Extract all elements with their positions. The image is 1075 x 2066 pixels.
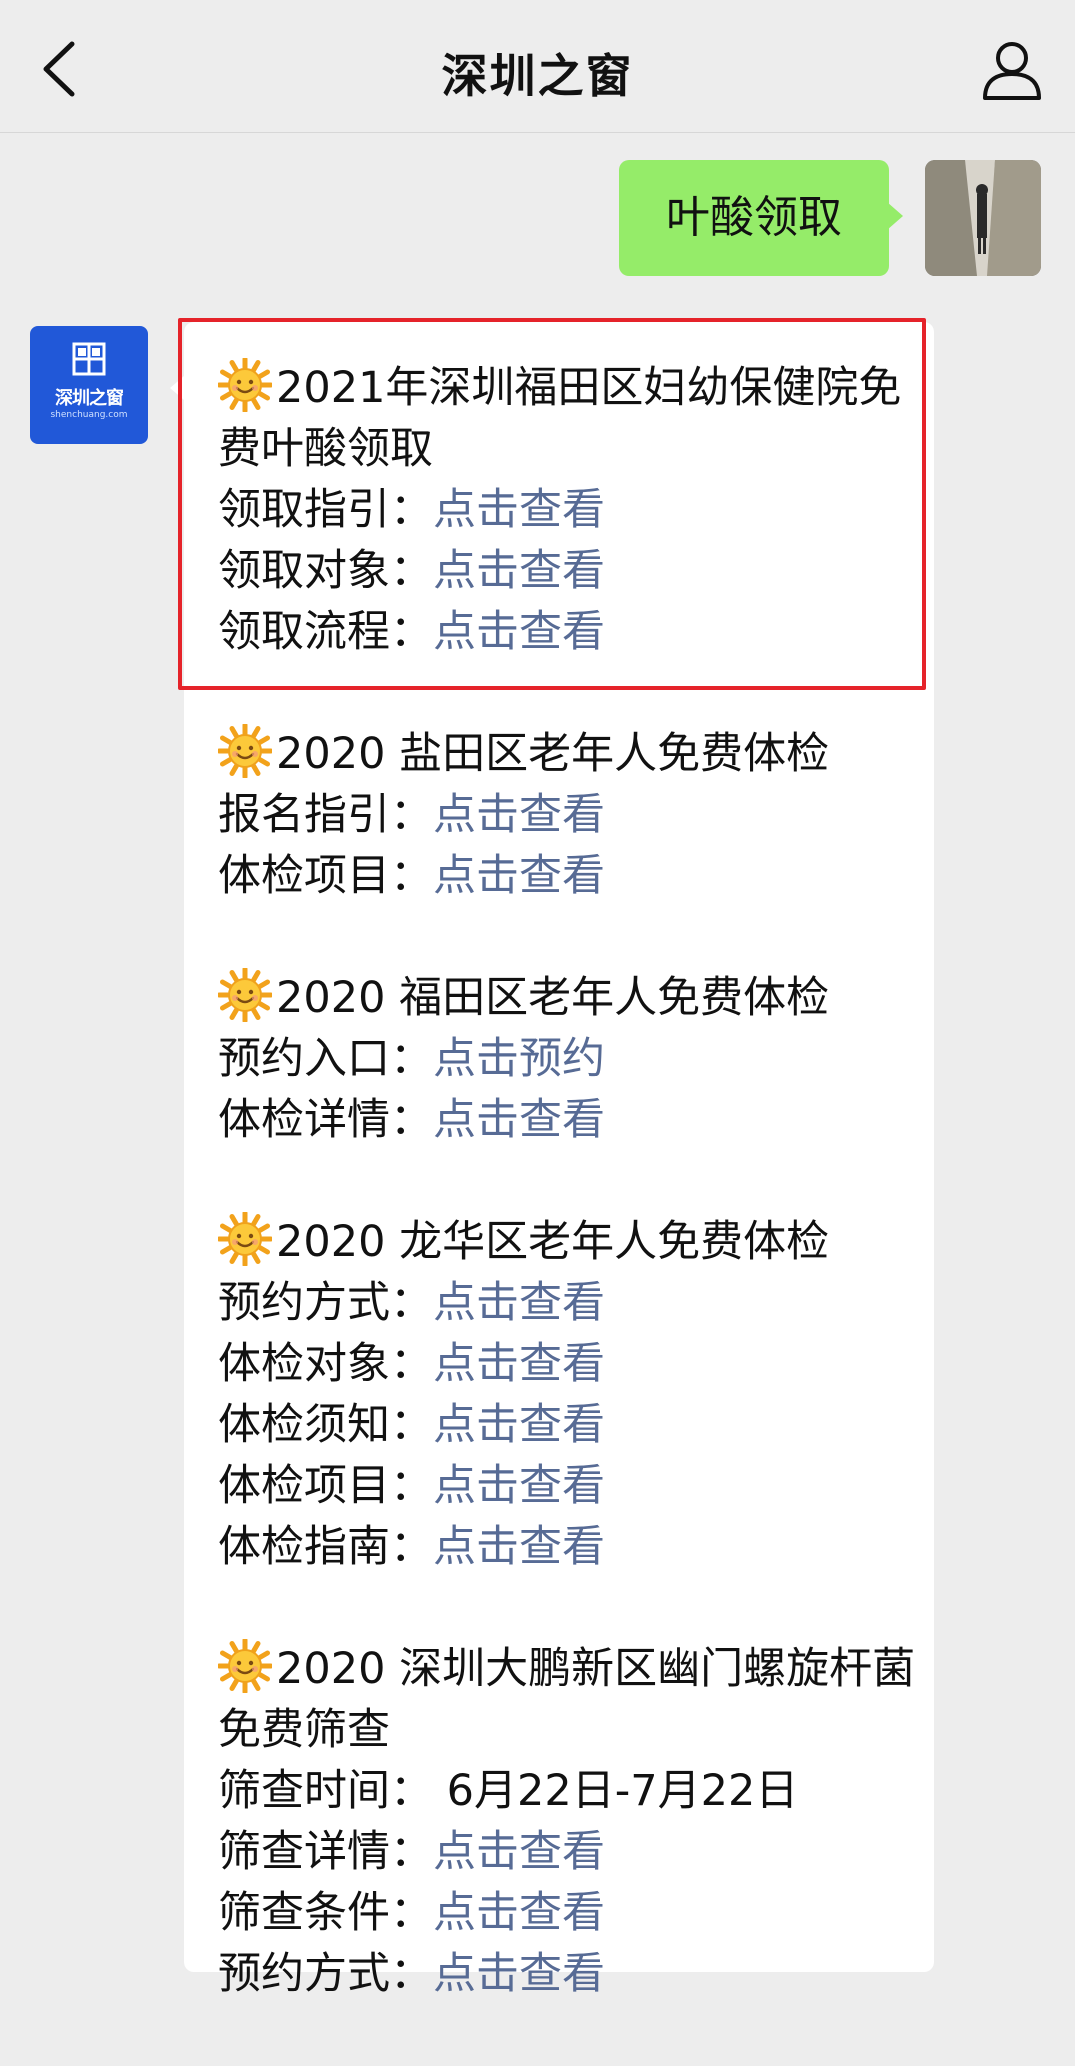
list-item: 体检详情：点击查看 [218,1090,918,1151]
list-item: 预约方式：点击查看 [218,1273,918,1334]
sun-icon [218,724,272,778]
item-link[interactable]: 点击查看 [433,790,605,840]
item-label: 预约入口： [218,1034,433,1084]
item-link[interactable]: 点击查看 [433,851,605,901]
list-item: 体检指南：点击查看 [218,1517,918,1578]
logo-url: shenchuang.com [50,410,128,420]
item-label: 体检指南： [218,1522,433,1572]
message-block: 2020 龙华区老年人免费体检 预约方式：点击查看 体检对象：点击查看 体检须知：点击… [218,1212,918,1578]
sun-icon [218,968,272,1022]
message-block: 2020 盐田区老年人免费体检 报名指引：点击查看 体检项目：点击查看 [218,724,918,907]
message-block: 2020 深圳大鹏新区幽门螺旋杆菌免费筛查 筛查时间： 6月22日-7月22日 筛查… [218,1639,918,2005]
block-title: 2020 深圳大鹏新区幽门螺旋杆菌免费筛查 [218,1639,918,1761]
item-link[interactable]: 点击查看 [433,1461,605,1511]
item-label: 筛查详情： [218,1827,433,1877]
bubble-tail [887,202,903,230]
outgoing-message-bubble[interactable]: 叶酸领取 [619,160,903,276]
item-link[interactable]: 点击查看 [433,1827,605,1877]
item-link[interactable]: 点击查看 [433,1949,605,1999]
item-label: 体检须知： [218,1400,433,1450]
item-label: 预约方式： [218,1949,433,1999]
logo-text: 深圳之窗 [55,388,124,409]
list-item: 预约方式：点击查看 [218,1944,918,2005]
block-title-text: 2020 盐田区老年人免费体检 [276,729,830,779]
item-link[interactable]: 点击查看 [433,1888,605,1938]
outgoing-message-text: 叶酸领取 [666,192,842,243]
sun-icon [218,1212,272,1266]
page-title: 深圳之窗 [441,49,634,103]
item-label: 体检对象： [218,1339,433,1389]
list-item: 报名指引：点击查看 [218,785,918,846]
list-item: 筛查时间： 6月22日-7月22日 [218,1761,918,1822]
highlight-box [178,318,926,690]
nav-bar: 深圳之窗 [0,0,1075,133]
official-account-avatar[interactable]: 深圳之窗 shenchuang.com [30,326,148,444]
item-label: 体检项目： [218,1461,433,1511]
sun-icon [218,1639,272,1693]
item-link[interactable]: 点击查看 [433,1400,605,1450]
block-title: 2020 福田区老年人免费体检 [218,968,918,1029]
list-item: 体检项目：点击查看 [218,1456,918,1517]
list-item: 体检须知：点击查看 [218,1395,918,1456]
list-item: 筛查详情：点击查看 [218,1822,918,1883]
user-avatar[interactable] [925,160,1041,276]
item-label: 体检项目： [218,851,433,901]
item-label: 预约方式： [218,1278,433,1328]
block-title-text: 2020 福田区老年人免费体检 [276,973,830,1023]
item-link[interactable]: 点击预约 [433,1034,605,1084]
block-title: 2020 盐田区老年人免费体检 [218,724,918,785]
item-link[interactable]: 点击查看 [433,1339,605,1389]
block-title-text: 2020 深圳大鹏新区幽门螺旋杆菌免费筛查 [218,1644,916,1755]
list-item: 体检项目：点击查看 [218,846,918,907]
message-block: 2020 福田区老年人免费体检 预约入口：点击预约 体检详情：点击查看 [218,968,918,1151]
item-label: 报名指引： [218,790,433,840]
item-link[interactable]: 点击查看 [433,1278,605,1328]
item-label: 筛查时间： 6月22日-7月22日 [218,1766,799,1816]
avatar-photo [925,160,1041,276]
block-title: 2020 龙华区老年人免费体检 [218,1212,918,1273]
item-link[interactable]: 点击查看 [433,1095,605,1145]
user-icon[interactable] [979,36,1045,102]
item-label: 体检详情： [218,1095,433,1145]
list-item: 筛查条件：点击查看 [218,1883,918,1944]
list-item: 预约入口：点击预约 [218,1029,918,1090]
item-label: 筛查条件： [218,1888,433,1938]
block-title-text: 2020 龙华区老年人免费体检 [276,1217,830,1267]
list-item: 体检对象：点击查看 [218,1334,918,1395]
item-link[interactable]: 点击查看 [433,1522,605,1572]
